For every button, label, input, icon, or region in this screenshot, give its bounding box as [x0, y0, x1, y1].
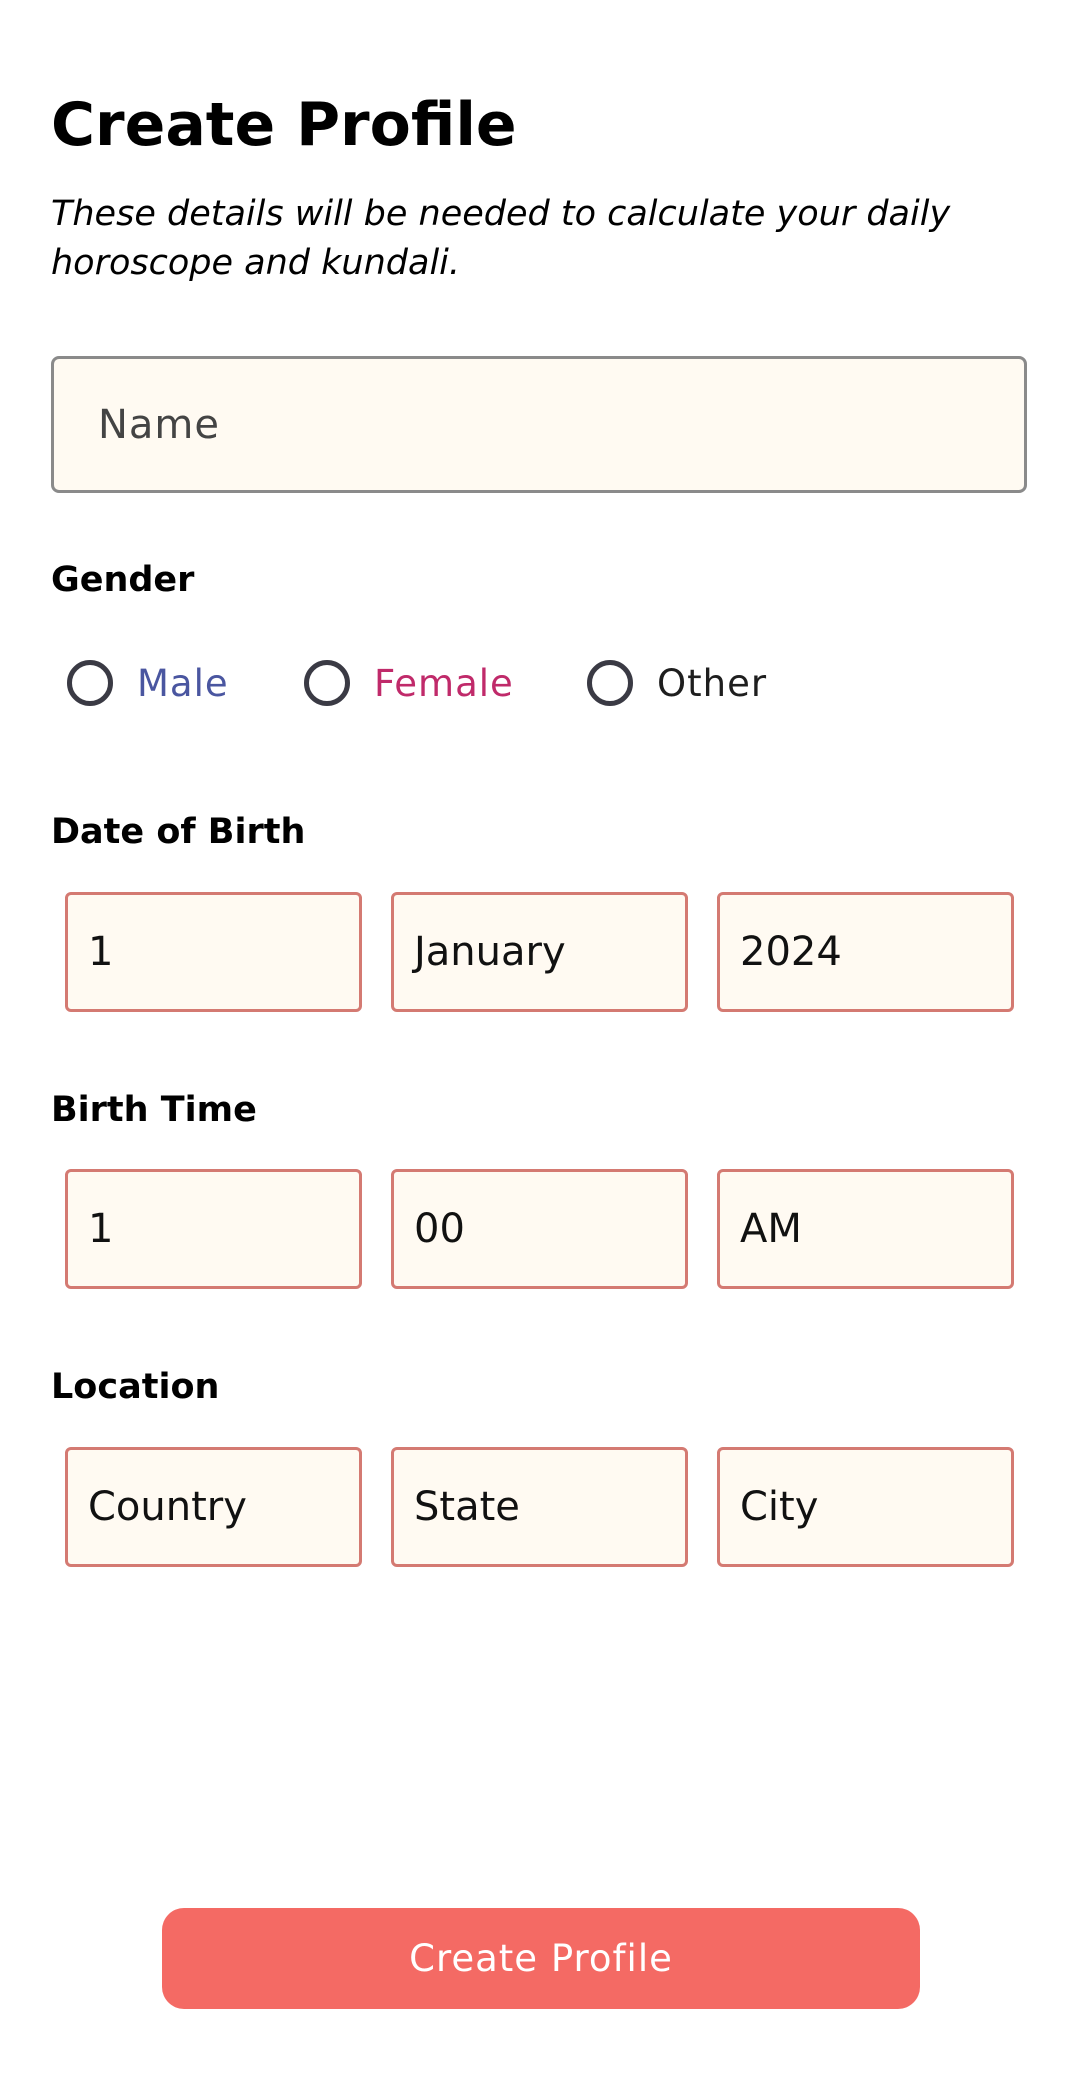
date-of-birth-label: Date of Birth	[51, 812, 306, 852]
state-select[interactable]: State	[391, 1447, 688, 1567]
dob-year-select[interactable]: 2024	[717, 892, 1014, 1012]
location-label: Location	[51, 1367, 220, 1407]
date-of-birth-row: 1 January 2024	[65, 892, 1015, 1012]
dob-day-select[interactable]: 1	[65, 892, 362, 1012]
name-field[interactable]	[51, 356, 1027, 493]
dob-month-select[interactable]: January	[391, 892, 688, 1012]
radio-circle-icon[interactable]	[587, 660, 633, 706]
gender-option-label: Female	[374, 661, 514, 705]
location-row: Country State City	[65, 1447, 1015, 1567]
radio-circle-icon[interactable]	[304, 660, 350, 706]
gender-option-other[interactable]: Other	[587, 660, 767, 706]
city-select[interactable]: City	[717, 1447, 1014, 1567]
birth-minute-select[interactable]: 00	[391, 1169, 688, 1289]
radio-circle-icon[interactable]	[67, 660, 113, 706]
birth-time-row: 1 00 AM	[65, 1169, 1015, 1289]
gender-option-male[interactable]: Male	[67, 660, 229, 706]
page-subtitle: These details will be needed to calculat…	[51, 194, 951, 283]
create-profile-button[interactable]: Create Profile	[162, 1908, 920, 2009]
gender-option-female[interactable]: Female	[304, 660, 514, 706]
create-profile-screen: Create Profile These details will be nee…	[0, 0, 1080, 2074]
birth-time-label: Birth Time	[51, 1090, 257, 1130]
gender-option-label: Other	[657, 661, 768, 705]
gender-option-label: Male	[137, 661, 229, 705]
gender-radio-group: Male Female Other	[67, 660, 1027, 714]
gender-label: Gender	[51, 560, 195, 600]
country-select[interactable]: Country	[65, 1447, 362, 1567]
page-title: Create Profile	[51, 90, 517, 160]
name-input[interactable]	[96, 400, 1024, 449]
birth-hour-select[interactable]: 1	[65, 1169, 362, 1289]
birth-period-select[interactable]: AM	[717, 1169, 1014, 1289]
